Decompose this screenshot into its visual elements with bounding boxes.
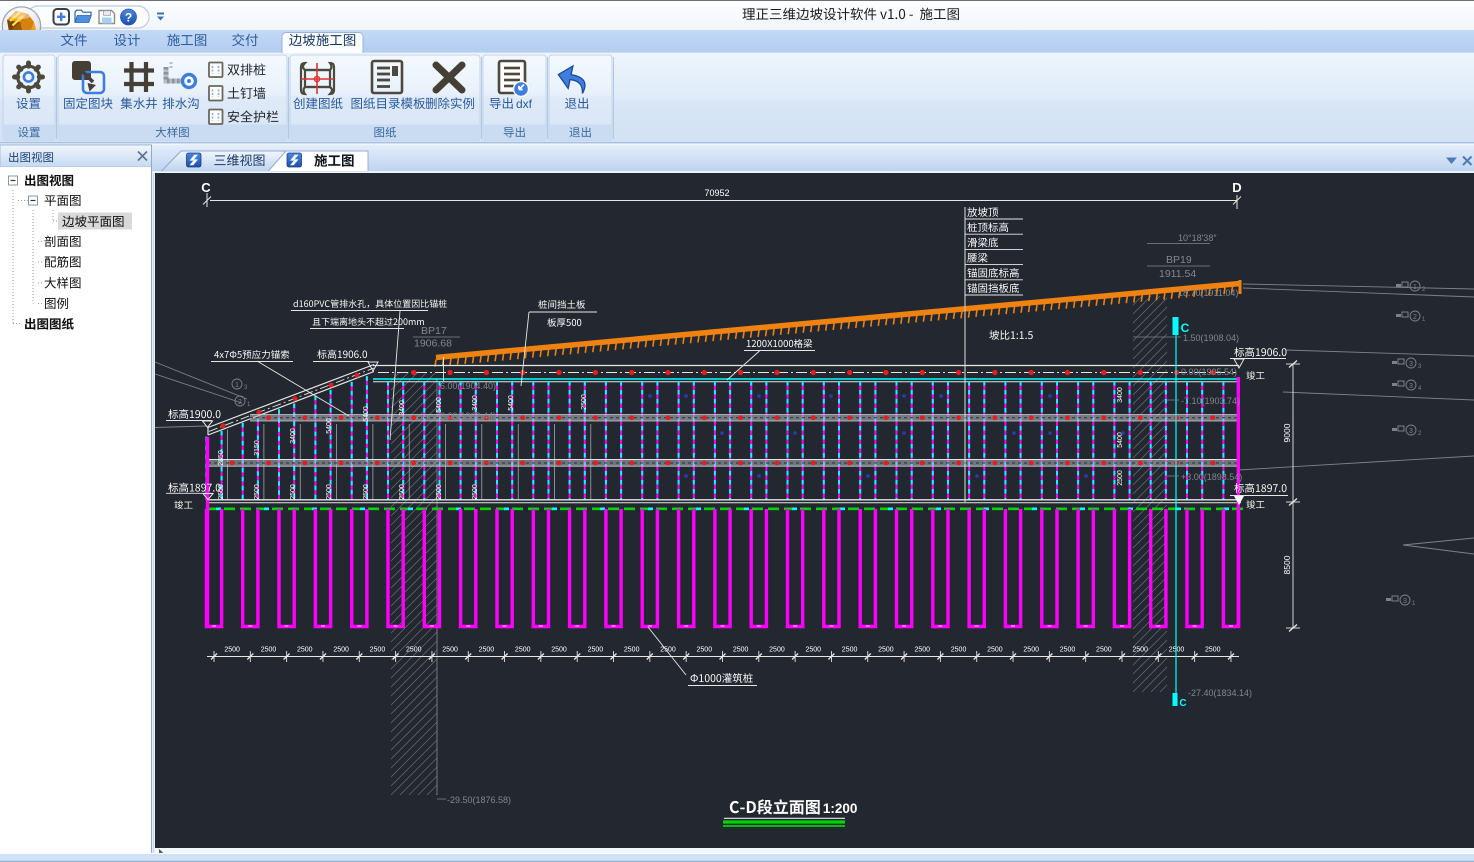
svg-text:2500: 2500 — [254, 484, 261, 500]
svg-text:1: 1 — [235, 382, 239, 389]
svg-text:5400: 5400 — [508, 395, 515, 411]
svg-text:3400: 3400 — [1117, 387, 1124, 403]
svg-text:2500: 2500 — [333, 647, 349, 654]
svg-text:2500: 2500 — [479, 647, 495, 654]
svg-text:2500: 2500 — [1023, 647, 1039, 654]
svg-text:70952: 70952 — [704, 188, 729, 198]
svg-text:3400: 3400 — [399, 400, 406, 416]
svg-text:3: 3 — [1409, 383, 1413, 390]
svg-text:5400: 5400 — [326, 418, 333, 434]
svg-text:BP19: BP19 — [1166, 254, 1192, 266]
svg-text:2: 2 — [1413, 314, 1417, 321]
svg-text:+3.00(1898.54): +3.00(1898.54) — [1181, 472, 1242, 482]
svg-text:2500: 2500 — [805, 647, 821, 654]
svg-text:3: 3 — [1409, 361, 1413, 368]
svg-text:8500: 8500 — [1282, 555, 1292, 574]
svg-text:2500: 2500 — [1060, 647, 1076, 654]
svg-text:2500: 2500 — [1205, 647, 1221, 654]
svg-text:0.00(1905.54): 0.00(1905.54) — [1181, 367, 1237, 377]
svg-text:3400: 3400 — [472, 395, 479, 411]
svg-text:9000: 9000 — [1282, 423, 1292, 442]
svg-text:2500: 2500 — [406, 647, 422, 654]
svg-text:1.50(1908.04): 1.50(1908.04) — [1183, 333, 1239, 343]
svg-text:2500: 2500 — [326, 484, 333, 500]
svg-text:2500: 2500 — [224, 647, 240, 654]
svg-text:dxf: dxf — [516, 97, 533, 111]
svg-text:-29.50(1876.58): -29.50(1876.58) — [447, 795, 511, 805]
svg-text:2500: 2500 — [370, 647, 386, 654]
svg-text:5400: 5400 — [363, 406, 370, 422]
svg-text:2500: 2500 — [1132, 647, 1148, 654]
svg-text:BP17: BP17 — [421, 325, 447, 337]
svg-text:6.00(1904.40): 6.00(1904.40) — [440, 381, 496, 391]
svg-text:3: 3 — [1403, 598, 1407, 605]
svg-text:1:200: 1:200 — [823, 801, 858, 816]
svg-text:2500: 2500 — [624, 647, 640, 654]
svg-text:3400: 3400 — [290, 428, 297, 444]
svg-text:D: D — [1232, 180, 1241, 195]
svg-text:2500: 2500 — [442, 647, 458, 654]
svg-text:2500: 2500 — [472, 484, 479, 500]
svg-text:2500: 2500 — [769, 647, 785, 654]
svg-text:2500: 2500 — [733, 647, 749, 654]
svg-text:2500: 2500 — [436, 484, 443, 500]
svg-text:10°18′38″: 10°18′38″ — [1178, 233, 1217, 243]
svg-text:2500: 2500 — [515, 647, 531, 654]
svg-text:2500: 2500 — [297, 647, 313, 654]
svg-text:2500: 2500 — [399, 484, 406, 500]
svg-text:2500: 2500 — [697, 647, 713, 654]
svg-text:2500: 2500 — [878, 647, 894, 654]
svg-text:2500: 2500 — [290, 484, 297, 500]
svg-text:3150: 3150 — [254, 440, 261, 456]
svg-text:2500: 2500 — [987, 647, 1003, 654]
svg-text:2500: 2500 — [951, 647, 967, 654]
svg-text:8.00(1902.44): 8.00(1902.44) — [440, 411, 496, 421]
svg-text:1911.54: 1911.54 — [1159, 268, 1196, 280]
svg-text:2500: 2500 — [1117, 470, 1124, 486]
svg-text:1906.68: 1906.68 — [414, 338, 452, 350]
svg-text:2500: 2500 — [914, 647, 930, 654]
svg-text:2500: 2500 — [261, 647, 277, 654]
svg-text:2500: 2500 — [588, 647, 604, 654]
svg-text:1: 1 — [1413, 284, 1417, 291]
svg-text:2500: 2500 — [218, 484, 225, 500]
svg-text:2500: 2500 — [842, 647, 858, 654]
svg-text:C: C — [1179, 698, 1186, 709]
svg-text:-27.40(1834.14): -27.40(1834.14) — [1188, 688, 1252, 698]
svg-text:-7.10(1903.74): -7.10(1903.74) — [1181, 396, 1240, 406]
svg-text:2850: 2850 — [218, 450, 225, 466]
svg-text:3: 3 — [1409, 428, 1413, 435]
svg-text:2500: 2500 — [551, 647, 567, 654]
svg-text:C: C — [201, 180, 211, 195]
svg-text:2: 2 — [238, 399, 242, 406]
svg-text:2500: 2500 — [363, 484, 370, 500]
svg-text:?: ? — [125, 11, 132, 25]
svg-text:18.70(1911.04): 18.70(1911.04) — [1178, 288, 1238, 298]
svg-text:2500: 2500 — [1096, 647, 1112, 654]
svg-text:2500: 2500 — [581, 394, 588, 410]
